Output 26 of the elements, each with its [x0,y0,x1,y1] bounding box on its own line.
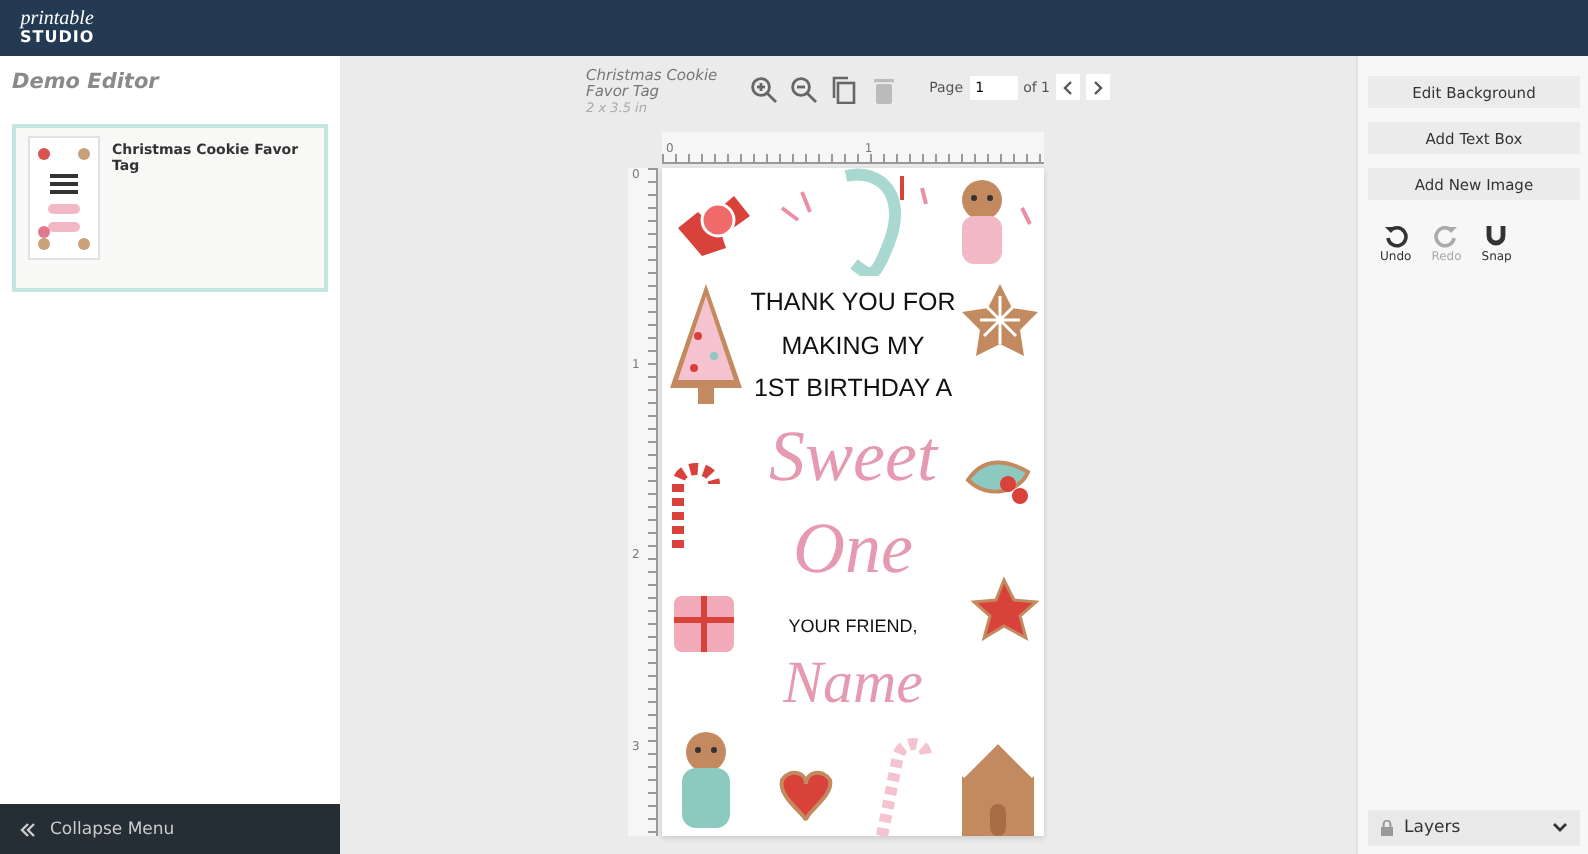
zoom-out-icon[interactable] [789,76,818,104]
redo-icon [1434,224,1459,248]
message-text: MAKING MY [781,333,925,359]
design-thumbnail [28,136,100,260]
next-page-button[interactable] [1086,74,1110,100]
previous-page-button[interactable] [1056,74,1080,100]
sidebar-title: Demo Editor [12,70,162,94]
copy-icon[interactable] [829,76,858,104]
message-text: 1ST BIRTHDAY A [753,376,953,402]
name-text: Name [783,654,923,715]
double-chevron-icon [20,821,36,837]
script-text: One [793,511,913,584]
zoom-in-icon[interactable] [749,76,778,104]
signature-text: YOUR FRIEND, [788,617,918,636]
script-text: Sweet [769,420,937,493]
logo-script-text: printable [20,10,94,30]
collapse-menu-button[interactable]: Collapse Menu [0,804,340,854]
chevron-left-icon [1062,79,1074,95]
layers-dropdown[interactable]: Layers [1368,810,1580,846]
lock-icon [1380,820,1394,836]
chevron-right-icon [1092,79,1104,95]
logo-text: STUDIO [20,30,95,46]
message-text: THANK YOU FOR [750,289,956,315]
chevron-icon [1552,822,1568,834]
undo-icon [1383,224,1408,248]
magnet-icon [1484,224,1509,248]
